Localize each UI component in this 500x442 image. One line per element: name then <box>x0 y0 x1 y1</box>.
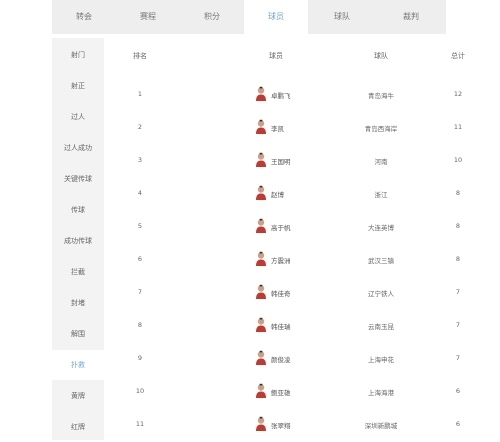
player-avatar-icon <box>256 416 266 431</box>
team-cell[interactable]: 大连英博 <box>346 222 416 232</box>
top-tab-bar: 转会 赛程 积分 球员 球队 裁判 <box>52 0 446 34</box>
rank-cell: 1 <box>137 90 143 98</box>
column-header-team: 球队 <box>374 52 388 60</box>
tab-referees[interactable]: 裁判 <box>376 0 446 34</box>
player-name[interactable]: 方震洲 <box>271 255 291 265</box>
player-avatar-icon <box>256 152 266 167</box>
team-cell[interactable]: 武汉三镇 <box>346 255 416 265</box>
nav-item-passes[interactable]: 传球 <box>52 195 104 225</box>
nav-item-shots-on-target[interactable]: 射正 <box>52 71 104 101</box>
player-name[interactable]: 韩佳瑞 <box>271 321 291 331</box>
player-name[interactable]: 赵博 <box>271 189 284 199</box>
player-avatar-icon <box>256 185 266 200</box>
player-name[interactable]: 李凯 <box>271 123 284 133</box>
rank-cell: 9 <box>137 354 143 362</box>
tab-players[interactable]: 球员 <box>244 0 308 34</box>
column-header-rank: 排名 <box>133 52 147 60</box>
team-cell[interactable]: 上海申花 <box>346 354 416 364</box>
team-cell[interactable]: 浙江 <box>346 189 416 199</box>
table-row[interactable]: 6 方震洲 武汉三镇 8 <box>108 243 460 276</box>
team-cell[interactable]: 深圳新鹏城 <box>346 420 416 430</box>
nav-item-successful-passes[interactable]: 成功传球 <box>52 226 104 256</box>
total-cell: 6 <box>455 387 461 395</box>
tab-transfers[interactable]: 转会 <box>52 0 116 34</box>
nav-item-saves[interactable]: 扑救 <box>52 350 104 380</box>
team-cell[interactable]: 河南 <box>346 156 416 166</box>
nav-item-clearances[interactable]: 解围 <box>52 319 104 349</box>
rank-cell: 6 <box>137 255 143 263</box>
player-avatar-icon <box>256 284 266 299</box>
total-cell: 7 <box>455 321 461 329</box>
nav-item-successful-dribbles[interactable]: 过人成功 <box>52 133 104 163</box>
total-cell: 8 <box>455 255 461 263</box>
player-name[interactable]: 颜俊凌 <box>271 354 291 364</box>
tab-standings[interactable]: 积分 <box>180 0 244 34</box>
tab-teams[interactable]: 球队 <box>308 0 376 34</box>
player-name[interactable]: 韩佳奇 <box>271 288 291 298</box>
team-cell[interactable]: 云南玉昆 <box>346 321 416 331</box>
player-avatar-icon <box>256 317 266 332</box>
rank-cell: 4 <box>137 189 143 197</box>
team-cell[interactable]: 青岛海牛 <box>346 90 416 100</box>
table-row[interactable]: 8 韩佳瑞 云南玉昆 7 <box>108 309 460 342</box>
table-row[interactable]: 4 赵博 浙江 8 <box>108 177 460 210</box>
table-row[interactable]: 9 颜俊凌 上海申花 7 <box>108 342 460 375</box>
team-cell[interactable]: 青岛西海岸 <box>346 123 416 133</box>
nav-item-key-passes[interactable]: 关键传球 <box>52 164 104 194</box>
player-avatar-icon <box>256 218 266 233</box>
total-cell: 7 <box>455 288 461 296</box>
total-cell: 12 <box>453 90 463 98</box>
player-avatar-icon <box>256 119 266 134</box>
player-avatar-icon <box>256 251 266 266</box>
total-cell: 11 <box>453 123 463 131</box>
rank-cell: 5 <box>137 222 143 230</box>
tab-schedule[interactable]: 赛程 <box>116 0 180 34</box>
page: 转会 赛程 积分 球员 球队 裁判 射门 射正 过人 过人成功 关键传球 传球 … <box>52 0 465 441</box>
total-cell: 7 <box>455 354 461 362</box>
table-row[interactable]: 10 鲍亚雄 上海海港 6 <box>108 375 460 408</box>
nav-item-interceptions[interactable]: 拦截 <box>52 257 104 287</box>
nav-item-red-cards[interactable]: 红牌 <box>52 412 104 442</box>
table-row[interactable]: 5 高于帆 大连英博 8 <box>108 210 460 243</box>
nav-item-blocks[interactable]: 封堵 <box>52 288 104 318</box>
total-cell: 10 <box>453 156 463 164</box>
rank-cell: 10 <box>135 387 145 395</box>
table-row[interactable]: 7 韩佳奇 辽宁铁人 7 <box>108 276 460 309</box>
player-avatar-icon <box>256 86 266 101</box>
player-avatar-icon <box>256 383 266 398</box>
player-name[interactable]: 张翠翔 <box>271 420 291 430</box>
total-cell: 8 <box>455 189 461 197</box>
nav-item-dribbles[interactable]: 过人 <box>52 102 104 132</box>
rank-cell: 2 <box>137 123 143 131</box>
rank-cell: 3 <box>137 156 143 164</box>
player-name[interactable]: 高于帆 <box>271 222 291 232</box>
player-avatar-icon <box>256 350 266 365</box>
player-name[interactable]: 卓鹏飞 <box>271 90 291 100</box>
column-header-player: 球员 <box>269 52 283 60</box>
player-name[interactable]: 鲍亚雄 <box>271 387 291 397</box>
nav-item-shots[interactable]: 射门 <box>52 40 104 70</box>
nav-item-yellow-cards[interactable]: 黄牌 <box>52 381 104 411</box>
player-name[interactable]: 王国明 <box>271 156 291 166</box>
table-row[interactable]: 3 王国明 河南 10 <box>108 144 462 177</box>
column-header-total: 总计 <box>451 52 465 60</box>
table-row[interactable]: 11 张翠翔 深圳新鹏城 6 <box>108 408 460 441</box>
stat-category-nav: 射门 射正 过人 过人成功 关键传球 传球 成功传球 拦截 封堵 解围 扑救 黄… <box>52 38 104 440</box>
rank-cell: 11 <box>135 420 145 428</box>
rank-cell: 8 <box>137 321 143 329</box>
table-row[interactable]: 2 李凯 青岛西海岸 11 <box>108 111 462 144</box>
rank-cell: 7 <box>137 288 143 296</box>
total-cell: 6 <box>455 420 461 428</box>
team-cell[interactable]: 辽宁铁人 <box>346 288 416 298</box>
total-cell: 8 <box>455 222 461 230</box>
team-cell[interactable]: 上海海港 <box>346 387 416 397</box>
player-stats-table: 排名 球员 球队 总计 1 卓鹏飞 青岛海牛 12 2 李凯 青岛西海岸 11 … <box>108 38 465 441</box>
table-row[interactable]: 1 卓鹏飞 青岛海牛 12 <box>108 78 462 111</box>
